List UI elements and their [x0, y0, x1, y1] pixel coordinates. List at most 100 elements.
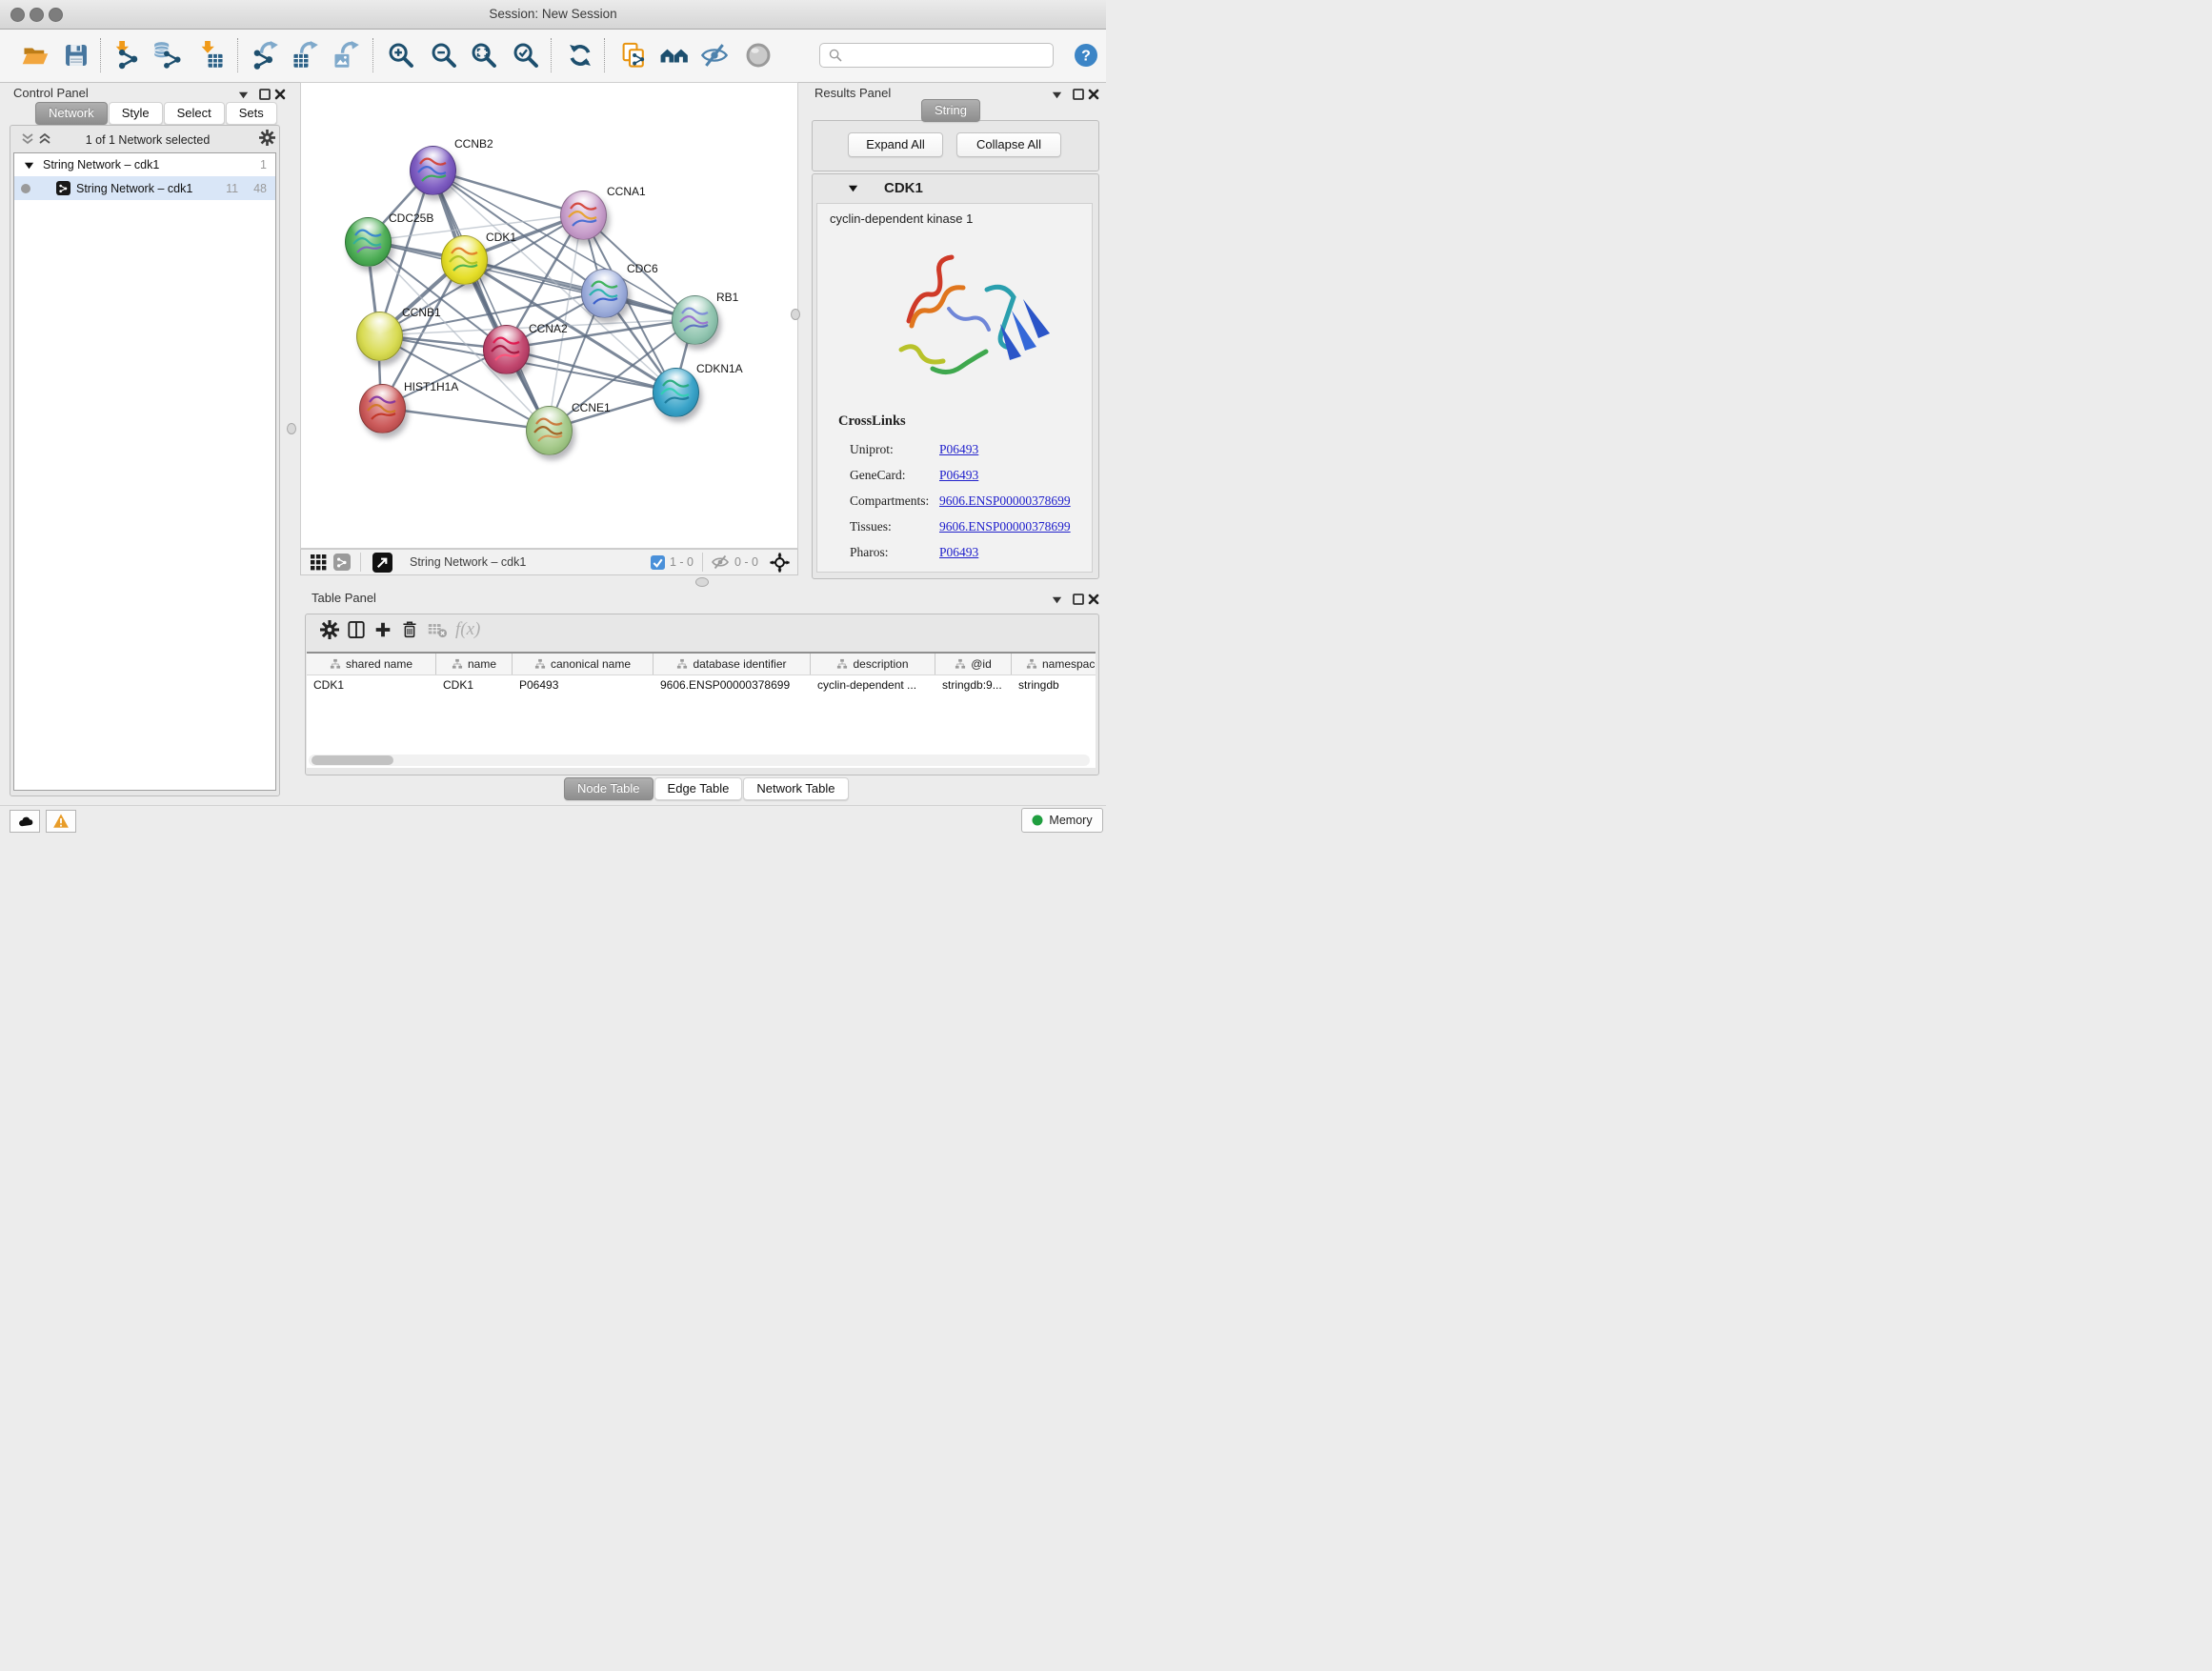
control-panel-close-icon[interactable]: [273, 88, 287, 101]
crosslink-value-link[interactable]: 9606.ENSP00000378699: [939, 519, 1071, 534]
cloud-button[interactable]: [10, 810, 40, 833]
first-neighbors-icon[interactable]: [660, 41, 689, 70]
tree-caret-icon[interactable]: [23, 159, 35, 171]
export-table-icon[interactable]: [291, 41, 319, 70]
hidden-eye-icon[interactable]: [711, 554, 730, 571]
tab-style[interactable]: Style: [109, 102, 163, 125]
tab-sets[interactable]: Sets: [226, 102, 277, 125]
network-node-ccna2[interactable]: [483, 325, 530, 374]
table-cell[interactable]: 9606.ENSP00000378699: [654, 677, 811, 694]
delete-column-icon[interactable]: [400, 620, 419, 639]
left-splitter-handle[interactable]: [287, 423, 296, 434]
table-mode-gear-icon[interactable]: [320, 620, 339, 639]
help-icon[interactable]: ?: [1074, 43, 1098, 68]
column-header-database-identifier[interactable]: database identifier: [654, 654, 811, 674]
zoom-fit-icon[interactable]: [470, 41, 498, 70]
network-tree-item-row[interactable]: String Network – cdk1 11 48: [14, 176, 275, 200]
search-field[interactable]: [819, 43, 1054, 68]
table-panel-collapse-icon[interactable]: [1051, 594, 1063, 606]
selected-checkbox-icon[interactable]: [651, 555, 665, 570]
import-network-database-icon[interactable]: [153, 41, 182, 70]
column-header--id[interactable]: @id: [935, 654, 1012, 674]
memory-button[interactable]: Memory: [1021, 808, 1103, 833]
table-cell[interactable]: P06493: [513, 677, 654, 694]
section-caret-icon[interactable]: [847, 182, 859, 194]
bottom-splitter-handle[interactable]: [695, 577, 709, 587]
zoom-out-icon[interactable]: [430, 41, 458, 70]
crosslink-value-link[interactable]: P06493: [939, 442, 978, 457]
clone-network-icon[interactable]: [619, 41, 648, 70]
column-header-canonical-name[interactable]: canonical name: [513, 654, 654, 674]
status-bar: Memory: [0, 805, 1106, 836]
tab-network-table[interactable]: Network Table: [743, 777, 848, 800]
network-node-rb1[interactable]: [672, 295, 718, 345]
column-header-namespace[interactable]: namespace: [1012, 654, 1096, 674]
network-collection-label: String Network – cdk1: [43, 158, 159, 171]
crosslink-value-link[interactable]: 9606.ENSP00000378699: [939, 493, 1071, 509]
control-panel-float-icon[interactable]: [258, 88, 271, 101]
tab-edge-table[interactable]: Edge Table: [654, 777, 743, 800]
tab-node-table[interactable]: Node Table: [564, 777, 654, 800]
table-cell[interactable]: CDK1: [436, 677, 513, 694]
network-node-ccne1[interactable]: [526, 406, 573, 455]
crosslink-value-link[interactable]: P06493: [939, 545, 978, 560]
tab-select[interactable]: Select: [164, 102, 225, 125]
table-panel-close-icon[interactable]: [1087, 593, 1100, 606]
table-row[interactable]: CDK1CDK1P064939606.ENSP00000378699cyclin…: [307, 674, 1096, 694]
network-node-ccnb1[interactable]: [356, 312, 403, 361]
zoom-in-icon[interactable]: [387, 41, 415, 70]
network-options-gear-icon[interactable]: [259, 130, 275, 146]
search-input[interactable]: [849, 48, 1053, 63]
network-node-cdkn1a[interactable]: [653, 368, 699, 417]
tab-network[interactable]: Network: [35, 102, 108, 125]
column-header-description[interactable]: description: [811, 654, 935, 674]
hide-selected-icon[interactable]: [700, 41, 729, 70]
export-image-icon[interactable]: [332, 41, 360, 70]
table-cell[interactable]: stringdb: [1012, 677, 1096, 694]
expand-all-button[interactable]: Expand All: [848, 132, 943, 157]
table-hscrollbar[interactable]: [309, 755, 1090, 766]
network-node-hist1h1a[interactable]: [359, 384, 406, 433]
table-cell[interactable]: cyclin-dependent ...: [811, 677, 935, 694]
table-cell[interactable]: CDK1: [307, 677, 436, 694]
add-column-icon[interactable]: [373, 620, 392, 639]
control-panel-collapse-icon[interactable]: [237, 89, 250, 101]
protein-section-header[interactable]: CDK1: [813, 174, 1098, 201]
export-network-icon[interactable]: [251, 41, 279, 70]
network-node-cdc6[interactable]: [581, 269, 628, 318]
zoom-selected-icon[interactable]: [512, 41, 540, 70]
network-node-cdc25b[interactable]: [345, 217, 392, 267]
import-network-file-icon[interactable]: [111, 41, 139, 70]
network-node-ccnb2[interactable]: [410, 146, 456, 195]
node-label-ccnb1: CCNB1: [402, 306, 441, 319]
column-header-shared-name[interactable]: shared name: [307, 654, 436, 674]
right-splitter-handle[interactable]: [791, 309, 800, 320]
results-panel-float-icon[interactable]: [1072, 88, 1085, 101]
show-columns-icon[interactable]: [347, 620, 366, 639]
table-cell[interactable]: stringdb:9...: [935, 677, 1012, 694]
open-file-icon[interactable]: [21, 41, 50, 70]
expand-all-icon[interactable]: [38, 132, 51, 146]
column-header-name[interactable]: name: [436, 654, 513, 674]
table-hscrollbar-thumb[interactable]: [312, 755, 393, 765]
birds-eye-view-icon[interactable]: [770, 553, 790, 573]
collapse-all-button[interactable]: Collapse All: [956, 132, 1061, 157]
collapse-all-icon[interactable]: [21, 132, 34, 146]
network-node-ccna1[interactable]: [560, 191, 607, 240]
save-icon[interactable]: [62, 41, 90, 70]
network-node-cdk1[interactable]: [441, 235, 488, 285]
results-panel-collapse-icon[interactable]: [1051, 89, 1063, 101]
table-panel-float-icon[interactable]: [1072, 593, 1085, 606]
network-view-canvas[interactable]: CCNB2CCNA1CDC25BCDK1CDC6RB1CCNB1CCNA2CDK…: [300, 82, 798, 549]
grid-view-icon[interactable]: [311, 554, 327, 571]
results-panel-close-icon[interactable]: [1087, 88, 1100, 101]
detach-view-icon[interactable]: [372, 553, 392, 573]
crosslink-value-link[interactable]: P06493: [939, 468, 978, 483]
refresh-icon[interactable]: [566, 41, 594, 70]
import-table-file-icon[interactable]: [197, 41, 226, 70]
warnings-button[interactable]: [46, 810, 76, 833]
network-tree-root-row[interactable]: String Network – cdk1 1: [14, 153, 275, 176]
network-thumbnail-icon[interactable]: [333, 554, 351, 571]
show-all-icon[interactable]: [744, 41, 773, 70]
tab-string[interactable]: String: [921, 99, 980, 122]
